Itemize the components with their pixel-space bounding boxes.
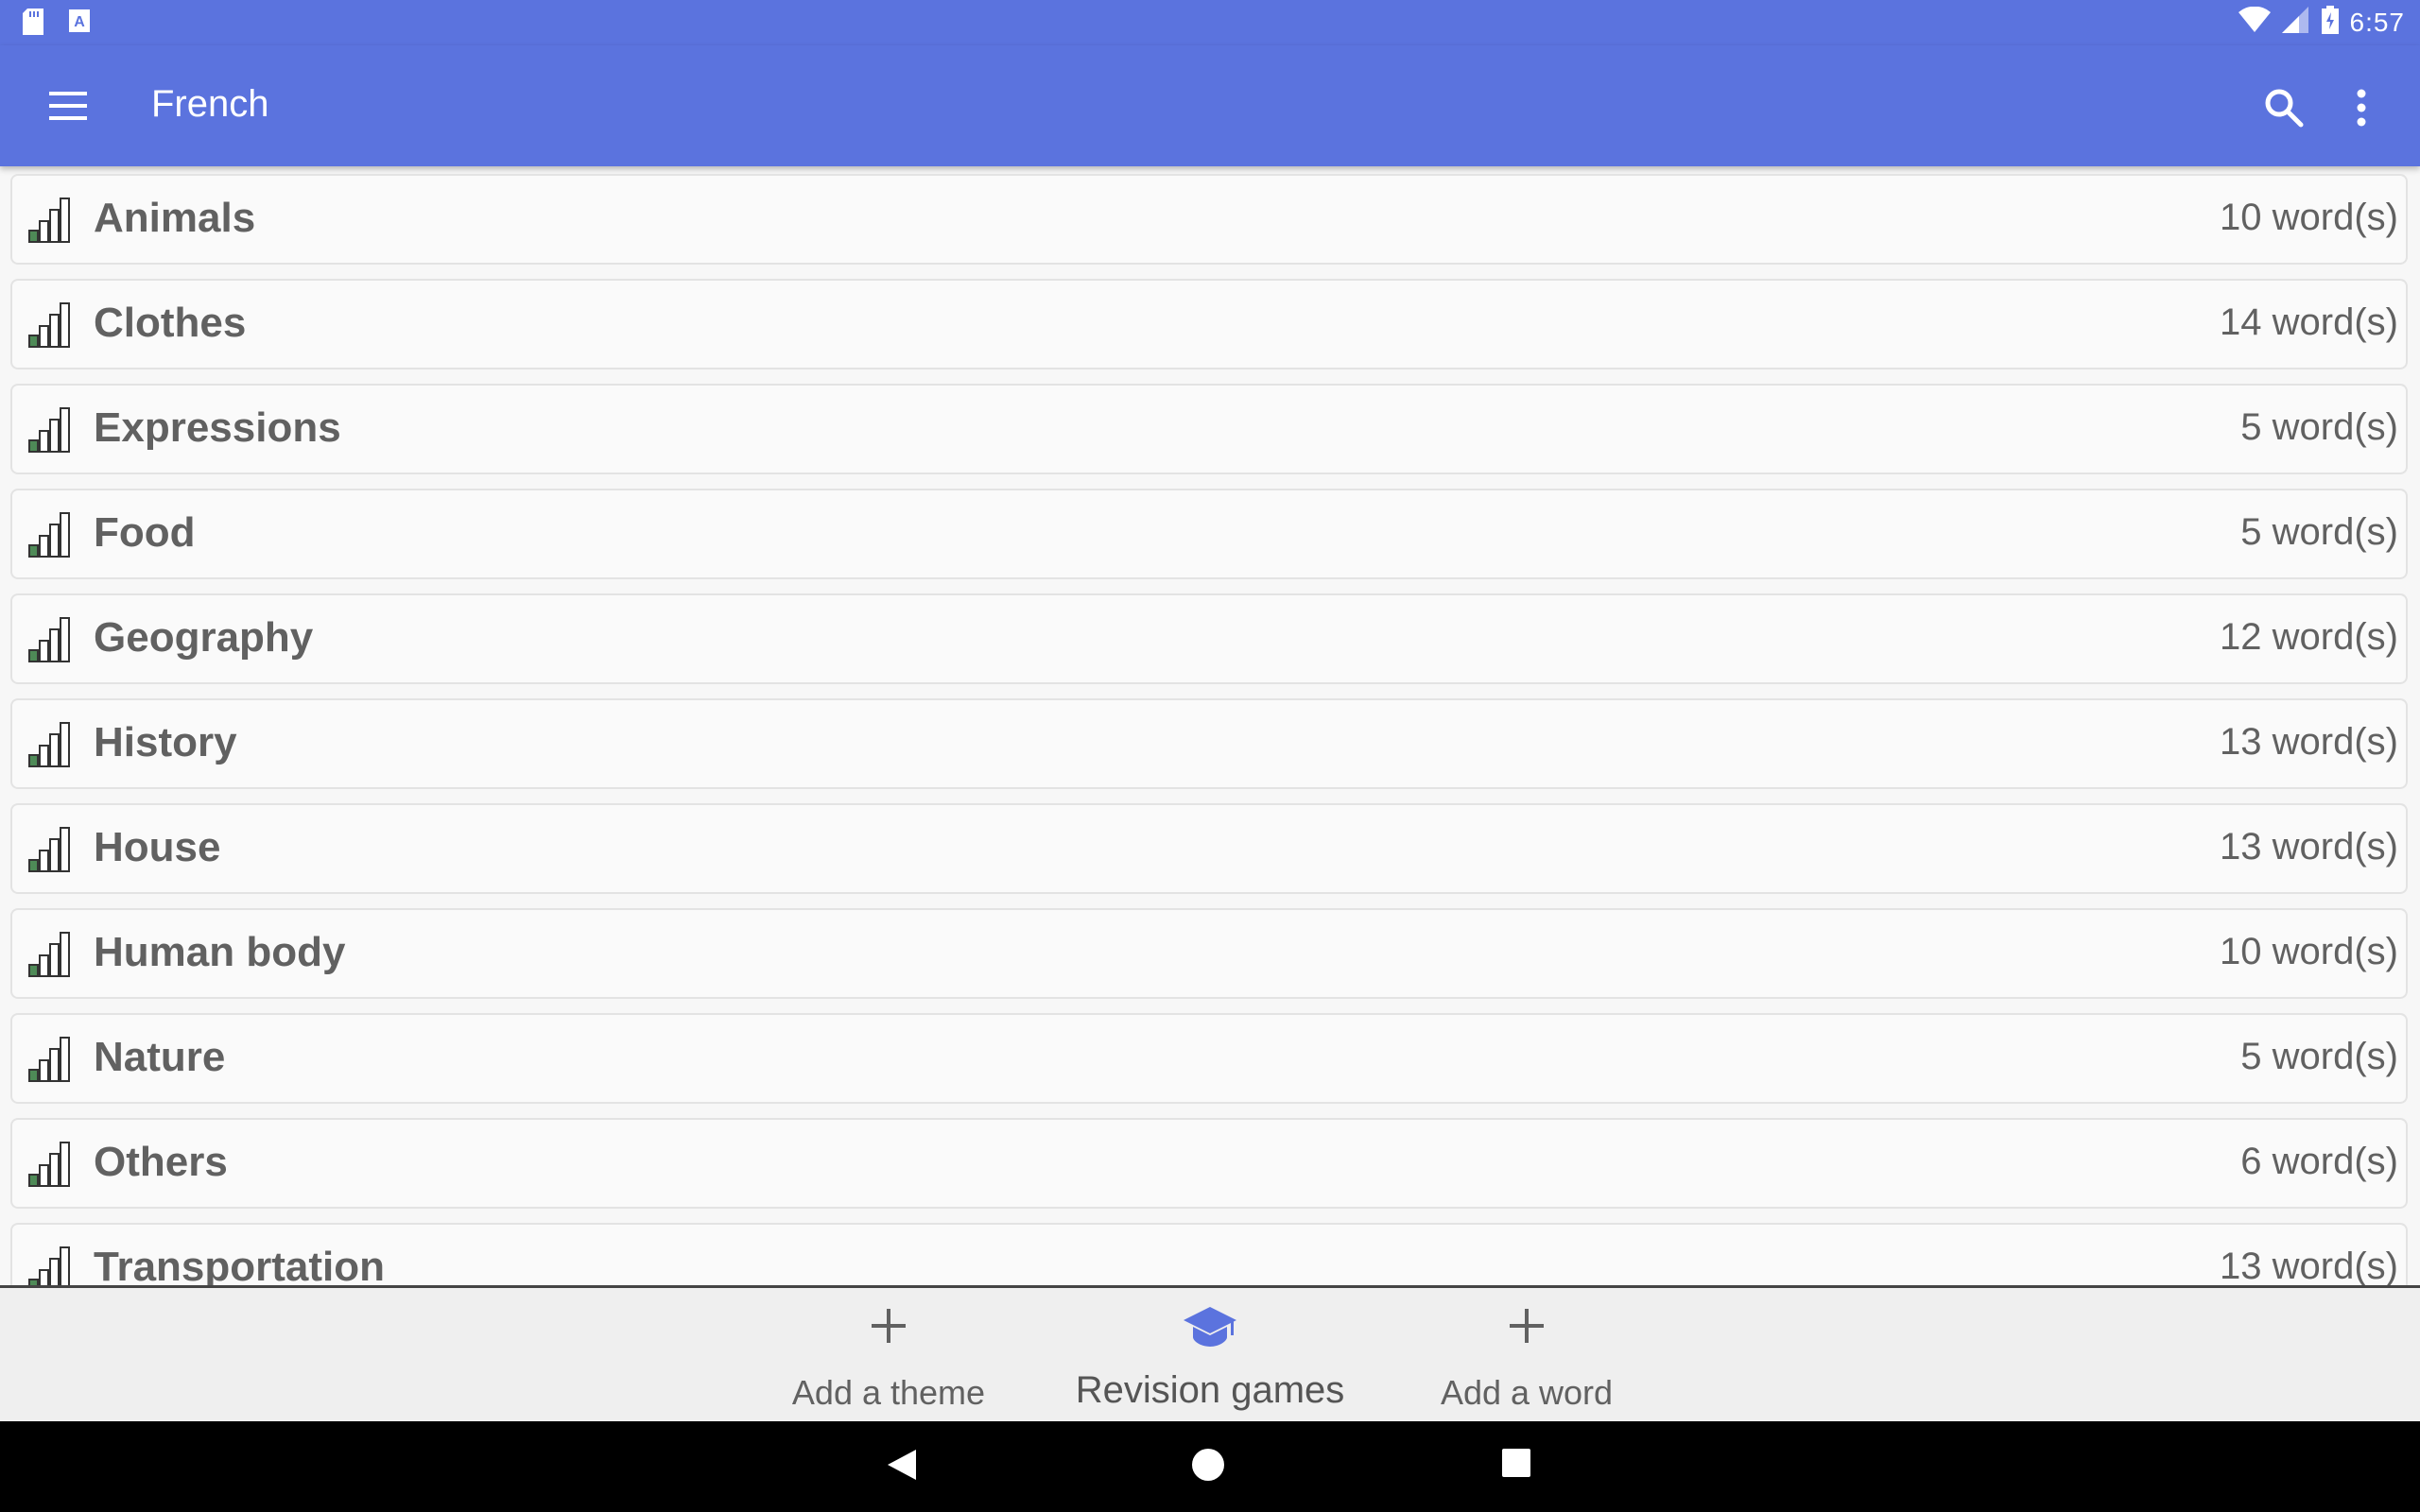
- add-word-label: Add a word: [1440, 1373, 1614, 1412]
- sd-card-icon: [23, 9, 47, 35]
- theme-name: Animals: [94, 195, 256, 241]
- list-item[interactable]: Food 5 word(s): [10, 489, 2408, 579]
- revision-games-label: Revision games: [1075, 1369, 1345, 1411]
- theme-name: Geography: [94, 614, 314, 661]
- keyboard-a-icon: A: [68, 9, 93, 35]
- word-count: 13 word(s): [2220, 826, 2398, 868]
- list-item[interactable]: Nature 5 word(s): [10, 1013, 2408, 1104]
- word-count: 5 word(s): [2240, 511, 2398, 553]
- word-count: 14 word(s): [2220, 301, 2398, 343]
- theme-name: Expressions: [94, 404, 341, 451]
- theme-name: Transportation: [94, 1244, 386, 1285]
- app-bar: French: [0, 45, 2420, 166]
- word-count: 13 word(s): [2220, 721, 2398, 763]
- word-count: 5 word(s): [2240, 1036, 2398, 1077]
- list-item[interactable]: House 13 word(s): [10, 803, 2408, 894]
- add-word-button[interactable]: Add a word: [1418, 1288, 1635, 1421]
- level-bars-icon: [27, 826, 75, 873]
- level-bars-icon: [27, 301, 75, 349]
- level-bars-icon: [27, 1036, 75, 1083]
- add-theme-button[interactable]: Add a theme: [775, 1288, 1002, 1421]
- level-bars-icon: [27, 511, 75, 558]
- plus-icon: [870, 1307, 908, 1349]
- level-bars-icon: [27, 197, 75, 244]
- list-item[interactable]: Transportation 13 word(s): [10, 1223, 2408, 1285]
- theme-name: Clothes: [94, 300, 247, 346]
- cell-signal-icon: [2281, 7, 2310, 38]
- recents-square-icon: [1501, 1449, 1531, 1482]
- back-button[interactable]: [886, 1448, 924, 1486]
- word-count: 10 word(s): [2220, 197, 2398, 238]
- list-item[interactable]: Geography 12 word(s): [10, 593, 2408, 684]
- svg-text:A: A: [74, 14, 85, 30]
- menu-button[interactable]: [38, 81, 98, 130]
- level-bars-icon: [27, 406, 75, 454]
- list-item[interactable]: Animals 10 word(s): [10, 174, 2408, 265]
- level-bars-icon: [27, 1141, 75, 1188]
- level-bars-icon: [27, 931, 75, 978]
- graduation-cap-icon: [1182, 1303, 1238, 1355]
- navigation-bar: [0, 1421, 2420, 1512]
- word-count: 13 word(s): [2220, 1246, 2398, 1285]
- level-bars-icon: [27, 721, 75, 768]
- plus-icon: [1508, 1307, 1546, 1349]
- word-count: 5 word(s): [2240, 406, 2398, 448]
- status-time: 6:57: [2349, 7, 2405, 37]
- word-count: 10 word(s): [2220, 931, 2398, 972]
- status-bar: A 6:57: [0, 0, 2420, 45]
- theme-name: History: [94, 719, 237, 765]
- bottom-action-bar: Add a theme Revision games Add a word: [0, 1285, 2420, 1421]
- back-triangle-icon: [886, 1450, 918, 1486]
- theme-name: Nature: [94, 1034, 226, 1080]
- theme-list[interactable]: Animals 10 word(s) Clothes 14 word(s) Ex…: [0, 170, 2420, 1285]
- list-item[interactable]: Others 6 word(s): [10, 1118, 2408, 1209]
- theme-name: Human body: [94, 929, 346, 975]
- list-item[interactable]: Expressions 5 word(s): [10, 384, 2408, 474]
- add-theme-label: Add a theme: [791, 1373, 986, 1412]
- search-button[interactable]: [2257, 81, 2310, 134]
- word-count: 12 word(s): [2220, 616, 2398, 658]
- recents-button[interactable]: [1501, 1448, 1539, 1486]
- word-count: 6 word(s): [2240, 1141, 2398, 1182]
- theme-name: Others: [94, 1139, 228, 1185]
- wifi-icon: [2238, 6, 2271, 38]
- home-button[interactable]: [1191, 1448, 1229, 1486]
- home-circle-icon: [1191, 1449, 1225, 1486]
- theme-name: Food: [94, 509, 196, 556]
- page-title: French: [151, 83, 269, 125]
- level-bars-icon: [27, 1246, 75, 1285]
- overflow-menu-button[interactable]: [2342, 81, 2380, 134]
- list-item[interactable]: Clothes 14 word(s): [10, 279, 2408, 369]
- revision-games-button[interactable]: Revision games: [1059, 1288, 1361, 1421]
- battery-charging-icon: [2321, 6, 2339, 39]
- theme-name: House: [94, 824, 221, 870]
- list-item[interactable]: Human body 10 word(s): [10, 908, 2408, 999]
- level-bars-icon: [27, 616, 75, 663]
- list-item[interactable]: History 13 word(s): [10, 698, 2408, 789]
